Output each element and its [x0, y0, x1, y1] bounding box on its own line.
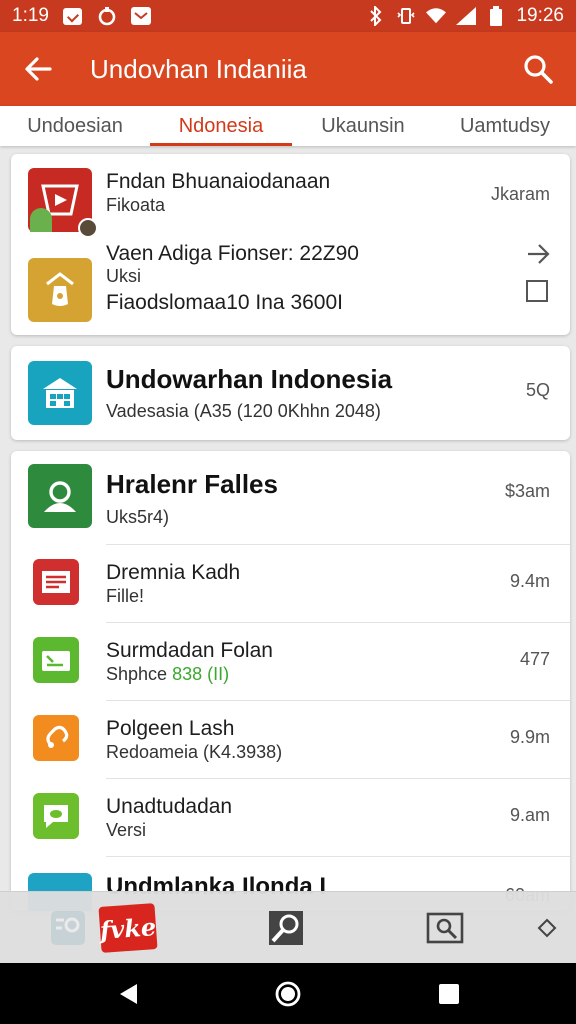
building-app-icon [28, 361, 92, 425]
edit-button[interactable] [28, 892, 108, 964]
more-button[interactable] [520, 892, 574, 964]
item-subtitle: Fille! [106, 586, 145, 606]
bottom-toolbar: fvke [0, 891, 576, 963]
list-item[interactable]: Dremnia Kadh Fille! 9.4m [11, 545, 570, 622]
list-item[interactable]: Fndan Bhuanaiodanaan Fikoata Jkaram [11, 154, 570, 238]
item-subtitle: Uksi [106, 266, 141, 286]
checkbox[interactable] [526, 280, 548, 302]
link-icon [33, 715, 79, 761]
tab-ukaunsin[interactable]: Ukaunsin [292, 106, 434, 146]
bluetooth-icon [366, 6, 386, 26]
arrow-back-icon [25, 57, 52, 81]
item-value: 477 [519, 649, 550, 669]
featured-card: Fndan Bhuanaiodanaan Fikoata Jkaram Vaen… [11, 154, 570, 335]
item-subtitle: Redoameia (K4.3938) [106, 742, 283, 762]
item-title: Fndan Bhuanaiodanaan [106, 170, 331, 193]
tab-uamtudsy[interactable]: Uamtudsy [434, 106, 576, 146]
tab-undoesian[interactable]: Undoesian [0, 106, 150, 146]
image-search-button[interactable] [415, 892, 475, 964]
list-item[interactable]: Polgeen Lash Redoameia (K4.3938) 9.9m [11, 701, 570, 778]
app-bar: Undovhan Indaniia [0, 32, 576, 106]
item-value: 9.4m [509, 571, 550, 591]
nav-home-button[interactable] [248, 963, 328, 1024]
search-button[interactable] [500, 32, 576, 106]
forward-button[interactable] [526, 242, 550, 271]
status-time-left: 1:19 [12, 5, 49, 26]
list-item[interactable]: Unadtudadan Versi 9.am [11, 779, 570, 856]
arrow-forward-icon [528, 244, 550, 264]
item-value: 9.am [509, 805, 550, 825]
avatar [30, 208, 52, 232]
photo-notification-icon [63, 7, 83, 25]
item-title: Polgeen Lash [106, 717, 235, 740]
item-title: Unadtudadan [106, 795, 233, 818]
item-value: 9.9m [509, 727, 550, 747]
square-recents-icon [439, 983, 459, 1004]
search-icon [524, 55, 553, 84]
triangle-back-icon [120, 983, 137, 1004]
tab-ndonesia[interactable]: Ndonesia [150, 106, 292, 146]
brand-logo-text: fvke [98, 911, 158, 945]
item-value: Jkaram [490, 184, 550, 204]
highlight-card[interactable]: Undowarhan Indonesia Vadesasia (A35 (120… [11, 346, 570, 440]
list-item[interactable]: Hralenr Falles Uks5r4) $3am [11, 451, 570, 544]
card-icon [33, 637, 79, 683]
edit-icon [51, 911, 85, 945]
item-title: Hralenr Falles [106, 469, 278, 499]
brand-logo-button[interactable]: fvke [98, 892, 158, 964]
item-subtitle: Fikoata [106, 195, 166, 215]
voice-search-button[interactable] [256, 892, 316, 964]
brand-logo: fvke [98, 903, 158, 953]
item-title: Vaen Adiga Fionser: 22Z90 [106, 242, 359, 265]
mail-notification-icon [130, 7, 151, 25]
back-button[interactable] [0, 32, 76, 106]
item-detail: Fiaodslomaa10 Ina 3600I [106, 291, 343, 314]
list-item[interactable]: Surmdadan Folan Shphce 838 (II) 477 [11, 623, 570, 700]
wifi-icon [426, 7, 447, 25]
item-subtitle: Uks5r4) [106, 507, 170, 527]
page-title: Undovhan Indaniia [90, 53, 307, 84]
item-subtitle: Versi [106, 820, 147, 840]
sync-notification-icon [97, 7, 117, 26]
status-time-right: 19:26 [516, 5, 564, 26]
diamond-icon [537, 918, 557, 938]
nav-back-button[interactable] [88, 963, 168, 1024]
item-subtitle-text: Shphce [106, 664, 173, 684]
image-search-icon [426, 912, 464, 944]
item-value: 5Q [525, 380, 550, 400]
item-value: $3am [504, 481, 550, 501]
avatar-badge [78, 218, 98, 238]
document-icon [33, 559, 79, 605]
video-app-icon [28, 168, 98, 238]
item-subtitle: Vadesasia (A35 (120 0Khhn 2048) [106, 401, 381, 421]
battery-icon [486, 6, 506, 26]
item-title: Undowarhan Indonesia [106, 364, 393, 394]
item-subtitle: Shphce 838 (II) [106, 664, 229, 685]
store-app-icon [28, 258, 92, 322]
vibrate-icon [396, 7, 416, 25]
item-subtitle-accent: 838 (II) [172, 664, 230, 684]
system-nav-bar [0, 963, 576, 1024]
chat-icon [33, 793, 79, 839]
status-bar: 1:19 19:26 [0, 0, 576, 32]
item-title: Surmdadan Folan [106, 639, 273, 662]
tab-bar: Undoesian Ndonesia Ukaunsin Uamtudsy [0, 106, 576, 146]
list-item[interactable]: Vaen Adiga Fionser: 22Z90 Uksi Fiaodslom… [11, 236, 570, 335]
people-icon [28, 464, 92, 528]
search-photo-icon [269, 911, 303, 945]
app-list-card: Hralenr Falles Uks5r4) $3am Dremnia Kadh… [11, 451, 570, 911]
signal-icon [456, 7, 477, 25]
item-title: Dremnia Kadh [106, 561, 241, 584]
nav-recents-button[interactable] [409, 963, 489, 1024]
circle-home-icon [275, 981, 301, 1006]
